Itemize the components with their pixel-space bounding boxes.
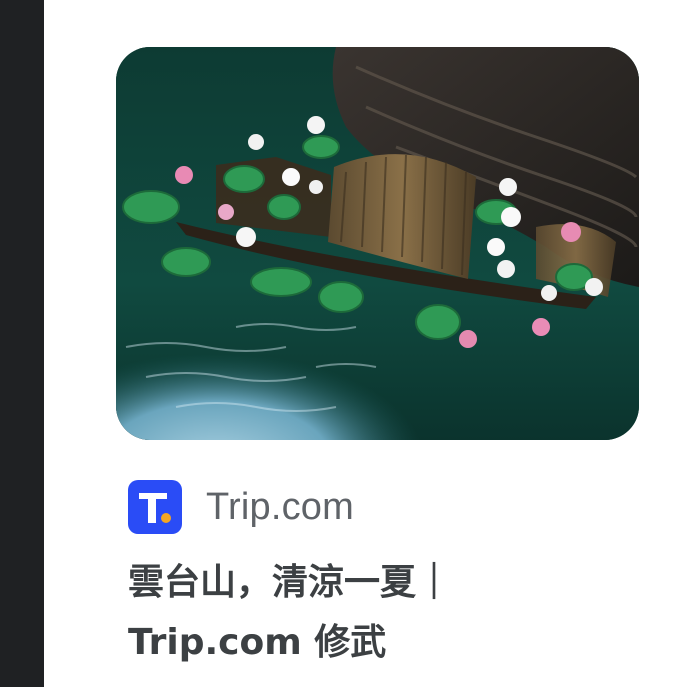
result-title-line-2: Trip.com 修武 <box>128 622 387 663</box>
source-name: Trip.com <box>206 485 354 528</box>
search-result-card[interactable]: Trip.com 雲台山，清涼一夏｜ Trip.com 修武 <box>116 47 640 663</box>
result-title[interactable]: 雲台山，清涼一夏｜ Trip.com 修武 <box>128 553 608 673</box>
left-rail <box>0 0 44 687</box>
result-thumbnail[interactable] <box>116 47 639 440</box>
trip-com-favicon-icon <box>128 480 182 534</box>
source-row[interactable]: Trip.com <box>128 478 354 536</box>
result-title-line-1: 雲台山，清涼一夏｜ <box>128 562 453 603</box>
page: Trip.com 雲台山，清涼一夏｜ Trip.com 修武 <box>0 0 673 687</box>
boat-lotus-image <box>116 47 639 440</box>
